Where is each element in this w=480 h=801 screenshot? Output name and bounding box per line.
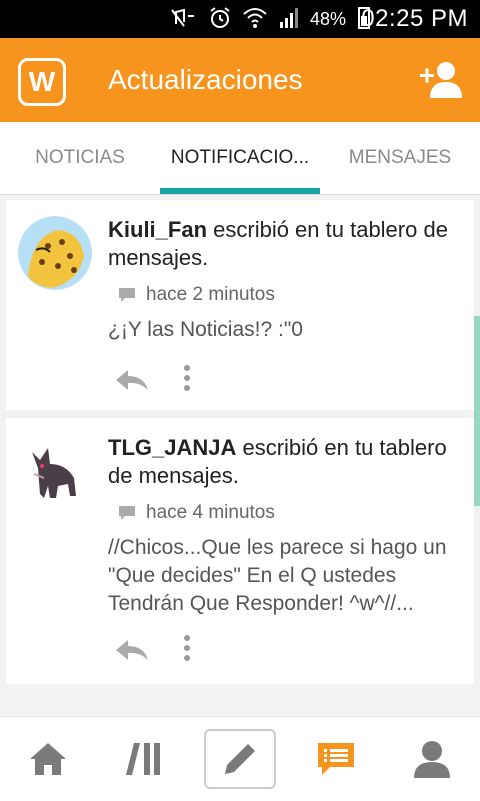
nav-profile-button[interactable] (396, 729, 468, 789)
scrollbar[interactable] (474, 316, 480, 506)
app-logo-icon[interactable]: W (18, 58, 66, 106)
more-options-icon[interactable] (182, 634, 192, 662)
notification-card[interactable]: Kiuli_Fan escribió en tu tablero de mens… (6, 200, 474, 410)
notification-card[interactable]: TLG_JANJA escribió en tu tablero de mens… (6, 418, 474, 684)
timestamp-row: hace 4 minutos (118, 502, 275, 524)
pencil-icon (225, 744, 255, 774)
library-icon (126, 743, 160, 775)
status-bar: 48% 02:25 PM (0, 0, 480, 38)
avatar[interactable] (18, 434, 92, 508)
signal-icon (280, 8, 298, 28)
timestamp-row: hace 2 minutos (118, 284, 275, 306)
add-user-icon[interactable] (418, 60, 462, 98)
app-bar: W Actualizaciones (0, 38, 480, 122)
comment-icon (119, 506, 135, 520)
alarm-icon (210, 7, 230, 28)
mute-icon (171, 8, 194, 27)
notification-time: hace 2 minutos (146, 284, 275, 305)
wifi-icon (243, 8, 267, 28)
notification-text: TLG_JANJA escribió en tu tablero de mens… (108, 434, 468, 490)
tab-notificaciones[interactable]: NOTIFICACIO... (160, 122, 320, 194)
notification-text: Kiuli_Fan escribió en tu tablero de mens… (108, 216, 468, 272)
tab-mensajes[interactable]: MENSAJES (320, 122, 480, 194)
nav-library-button[interactable] (108, 729, 180, 789)
notification-message: ¿¡Y las Noticias!? :"0 (108, 318, 303, 341)
notification-message: //Chicos...Que les parece si hago un "Qu… (108, 536, 447, 615)
clock: 02:25 PM (361, 5, 468, 32)
active-tab-indicator (160, 188, 320, 194)
hyena-avatar-icon (32, 448, 76, 498)
home-icon (30, 743, 66, 775)
tab-noticias[interactable]: NOTICIAS (0, 122, 160, 194)
reply-icon[interactable] (114, 368, 150, 392)
logo-letter: W (28, 66, 56, 97)
reply-icon[interactable] (114, 638, 150, 662)
profile-icon (414, 741, 450, 778)
nav-updates-button[interactable] (300, 729, 372, 789)
cheetah-avatar-icon (18, 216, 92, 290)
nav-write-button[interactable] (204, 729, 276, 789)
notification-username[interactable]: Kiuli_Fan (108, 217, 207, 242)
notification-username[interactable]: TLG_JANJA (108, 435, 236, 460)
notification-feed[interactable]: Kiuli_Fan escribió en tu tablero de mens… (0, 196, 480, 706)
battery-percent: 48% (309, 9, 346, 29)
avatar[interactable] (18, 216, 92, 290)
status-icons (170, 6, 300, 30)
notification-time: hace 4 minutos (146, 502, 275, 523)
nav-home-button[interactable] (12, 729, 84, 789)
bottom-navigation (0, 716, 480, 801)
more-options-icon[interactable] (182, 364, 192, 392)
comment-icon (119, 288, 135, 302)
page-title: Actualizaciones (108, 64, 303, 95)
tab-bar: NOTICIAS NOTIFICACIO... MENSAJES (0, 122, 480, 195)
updates-icon (318, 743, 354, 775)
